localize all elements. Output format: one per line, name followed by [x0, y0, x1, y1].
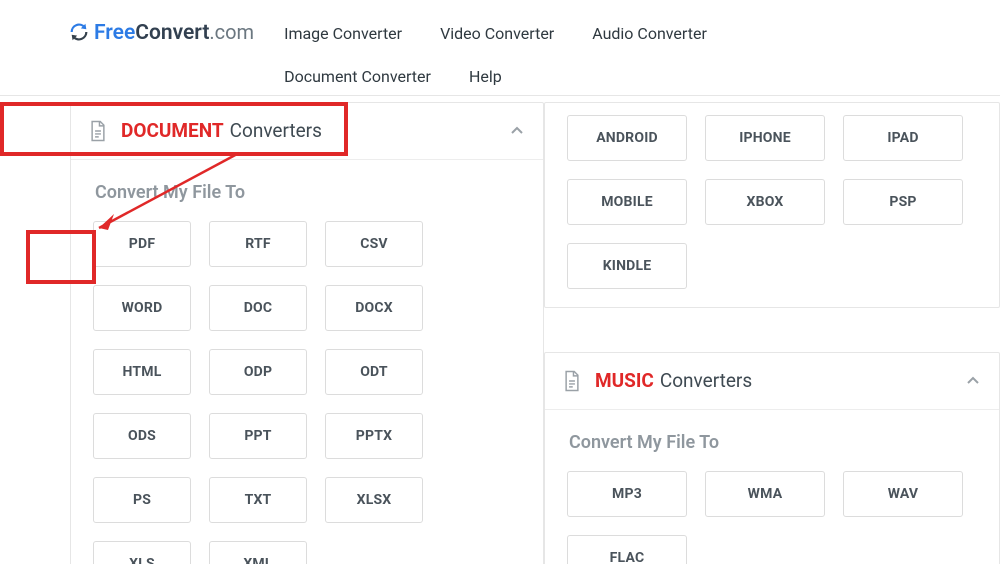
right-column: ANDROID IPHONE IPAD MOBILE XBOX PSP KIND…: [544, 102, 1000, 564]
format-pdf[interactable]: PDF: [93, 221, 191, 267]
format-iphone[interactable]: IPHONE: [705, 115, 825, 161]
format-odp[interactable]: ODP: [209, 349, 307, 395]
format-ipad[interactable]: IPAD: [843, 115, 963, 161]
left-column: DOCUMENT Converters Convert My File To P…: [0, 102, 544, 564]
music-panel-body: Convert My File To MP3 WMA WAV FLAC: [545, 409, 999, 564]
music-panel-header[interactable]: MUSIC Converters: [545, 353, 999, 409]
document-converters-panel: DOCUMENT Converters Convert My File To P…: [70, 102, 544, 564]
music-category-suffix: Converters: [660, 369, 752, 392]
format-ppt[interactable]: PPT: [209, 413, 307, 459]
logo-domain: .com: [209, 20, 254, 44]
document-icon: [89, 120, 107, 142]
format-xls[interactable]: XLS: [93, 541, 191, 564]
format-ods[interactable]: ODS: [93, 413, 191, 459]
format-flac[interactable]: FLAC: [567, 535, 687, 564]
format-txt[interactable]: TXT: [209, 477, 307, 523]
format-ps[interactable]: PS: [93, 477, 191, 523]
chevron-up-icon[interactable]: [509, 123, 525, 139]
format-psp[interactable]: PSP: [843, 179, 963, 225]
nav-help[interactable]: Help: [459, 59, 512, 94]
format-pptx[interactable]: PPTX: [325, 413, 423, 459]
nav-image-converter[interactable]: Image Converter: [274, 16, 412, 51]
main-area: DOCUMENT Converters Convert My File To P…: [0, 96, 1000, 564]
format-wav[interactable]: WAV: [843, 471, 963, 517]
music-converters-panel: MUSIC Converters Convert My File To MP3 …: [544, 352, 1000, 564]
document-icon: [563, 370, 581, 392]
logo-free: Free: [94, 21, 135, 45]
format-kindle[interactable]: KINDLE: [567, 243, 687, 289]
site-logo[interactable]: FreeConvert.com: [0, 10, 274, 95]
format-docx[interactable]: DOCX: [325, 285, 423, 331]
document-panel-body: Convert My File To PDF RTF CSV WORD DOC …: [71, 159, 543, 564]
device-converters-panel: ANDROID IPHONE IPAD MOBILE XBOX PSP KIND…: [544, 102, 1000, 308]
logo-convert: Convert: [135, 21, 209, 45]
format-doc[interactable]: DOC: [209, 285, 307, 331]
nav-audio-converter[interactable]: Audio Converter: [582, 16, 717, 51]
format-odt[interactable]: ODT: [325, 349, 423, 395]
format-xbox[interactable]: XBOX: [705, 179, 825, 225]
music-category-label: MUSIC: [595, 369, 654, 392]
document-convert-label: Convert My File To: [89, 172, 525, 221]
top-header: FreeConvert.com Image Converter Video Co…: [0, 0, 1000, 96]
chevron-up-icon[interactable]: [965, 373, 981, 389]
document-category-label: DOCUMENT: [121, 119, 224, 142]
document-panel-header[interactable]: DOCUMENT Converters: [71, 103, 543, 159]
format-xml[interactable]: XML: [209, 541, 307, 564]
document-category-suffix: Converters: [230, 119, 322, 142]
device-format-grid: ANDROID IPHONE IPAD MOBILE XBOX PSP KIND…: [563, 115, 981, 289]
refresh-icon: [68, 21, 90, 43]
nav-document-converter[interactable]: Document Converter: [274, 59, 441, 94]
document-format-grid: PDF RTF CSV WORD DOC DOCX HTML ODP ODT O…: [89, 221, 525, 564]
format-xlsx[interactable]: XLSX: [325, 477, 423, 523]
format-mobile[interactable]: MOBILE: [567, 179, 687, 225]
format-csv[interactable]: CSV: [325, 221, 423, 267]
format-mp3[interactable]: MP3: [567, 471, 687, 517]
main-nav: Image Converter Video Converter Audio Co…: [274, 10, 794, 95]
nav-video-converter[interactable]: Video Converter: [430, 16, 564, 51]
format-wma[interactable]: WMA: [705, 471, 825, 517]
device-panel-body: ANDROID IPHONE IPAD MOBILE XBOX PSP KIND…: [545, 103, 999, 307]
format-word[interactable]: WORD: [93, 285, 191, 331]
format-android[interactable]: ANDROID: [567, 115, 687, 161]
format-rtf[interactable]: RTF: [209, 221, 307, 267]
format-html[interactable]: HTML: [93, 349, 191, 395]
music-convert-label: Convert My File To: [563, 422, 981, 471]
music-format-grid: MP3 WMA WAV FLAC: [563, 471, 981, 564]
